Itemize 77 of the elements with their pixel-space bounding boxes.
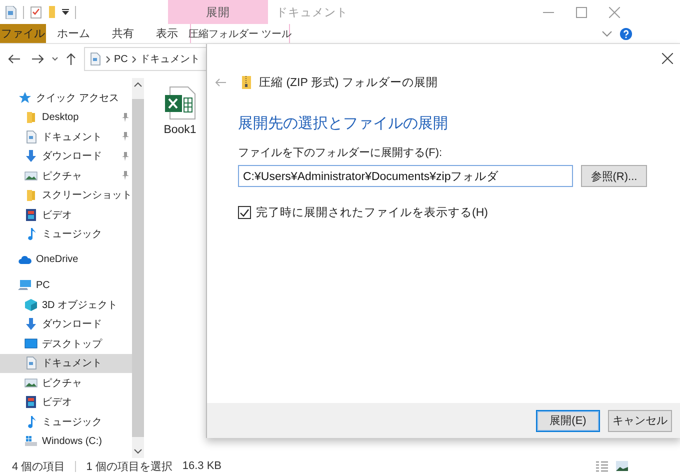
ribbon-tab[interactable]: ファイル [0, 24, 46, 43]
dialog-title: 圧縮 (ZIP 形式) フォルダーの展開 [259, 76, 438, 90]
thumbnail-view-icon[interactable] [616, 460, 628, 470]
drive-icon [24, 434, 38, 448]
maximize-icon[interactable] [576, 6, 587, 18]
monitor-icon [24, 336, 38, 351]
document-icon [24, 130, 38, 144]
computer-icon [18, 278, 32, 292]
ribbon-tab[interactable]: 共有 [101, 24, 145, 43]
nav-item[interactable]: ダウンロード [0, 314, 132, 334]
chevron-down-icon[interactable] [602, 30, 612, 36]
dropdown-icon[interactable] [62, 9, 69, 15]
destination-label: ファイルを下のフォルダーに展開する(F): [238, 146, 444, 160]
caret-down-icon[interactable] [52, 57, 58, 61]
help-icon[interactable] [620, 28, 632, 40]
breadcrumb[interactable]: PC [114, 54, 128, 64]
chevron-right-icon [106, 56, 110, 62]
star-icon [18, 90, 32, 105]
properties-icon[interactable] [5, 6, 17, 18]
nav-item[interactable]: スクリーンショット [0, 186, 132, 205]
nav-item[interactable]: ピクチャ [0, 166, 132, 186]
selection-info: 1 個の項目を選択 [86, 460, 172, 474]
ribbon-tab[interactable]: ホーム [46, 24, 101, 43]
context-tab-header: 展開 [168, 0, 268, 24]
scrollbar[interactable] [132, 78, 144, 458]
document-icon [24, 356, 38, 370]
nav-item[interactable]: Desktop [0, 108, 132, 127]
browse-button[interactable]: 参照(R)... [581, 165, 647, 187]
nav-item[interactable]: ビデオ [0, 205, 132, 224]
close-button[interactable] [662, 52, 673, 67]
details-view-icon[interactable] [596, 460, 608, 472]
nav-item[interactable]: ミュージック [0, 412, 132, 432]
film-icon [24, 208, 38, 222]
chevron-right-icon [132, 56, 136, 62]
nav-item[interactable]: ドキュメント [0, 354, 132, 373]
caret-down-icon[interactable] [134, 449, 142, 454]
nav-item[interactable]: 3D オブジェクト [0, 295, 132, 314]
nav-item[interactable]: PC [0, 276, 132, 295]
picture-icon [24, 376, 38, 390]
nav-item[interactable]: ビデオ [0, 392, 132, 412]
back-arrow-icon[interactable] [8, 54, 20, 64]
folder-icon [24, 110, 38, 124]
checkbox-label[interactable]: 完了時に展開されたファイルを表示する(H) [256, 205, 488, 220]
item-count: 4 個の項目 [12, 460, 66, 474]
dialog-button[interactable]: 展開(E) [536, 410, 600, 432]
close-icon[interactable] [609, 6, 620, 18]
nav-item[interactable]: ダウンロード [0, 146, 132, 166]
nav-item[interactable]: ピクチャ [0, 373, 132, 392]
download-arrow-icon [24, 149, 38, 164]
file-name[interactable]: Book1 [164, 124, 196, 136]
folder-icon [24, 188, 38, 202]
window-title: ドキュメント [276, 6, 348, 20]
nav-item[interactable]: デスクトップ [0, 334, 132, 354]
checklist-icon[interactable] [30, 6, 42, 18]
cube-icon [24, 298, 38, 312]
destination-field[interactable]: C:¥Users¥Administrator¥Documents¥zipフォルダ [238, 165, 573, 187]
caret-up-icon[interactable] [134, 82, 142, 87]
dialog-button[interactable]: キャンセル [608, 410, 672, 432]
selection-size: 16.3 KB [182, 460, 222, 472]
nav-item[interactable]: ミュージック [0, 224, 132, 244]
dialog-heading: 展開先の選択とファイルの展開 [238, 114, 449, 133]
nav-item[interactable]: OneDrive [0, 250, 132, 270]
ribbon-tab[interactable]: 圧縮フォルダー ツール [190, 24, 290, 43]
forward-arrow-icon[interactable] [32, 54, 44, 64]
breadcrumb[interactable]: ドキュメント [140, 52, 200, 66]
picture-icon [24, 168, 38, 183]
document-icon [88, 52, 102, 66]
zip-folder-icon [242, 76, 251, 89]
up-arrow-icon[interactable] [66, 53, 76, 65]
download-arrow-icon [24, 317, 38, 332]
nav-item[interactable]: ドキュメント [0, 127, 132, 146]
spreadsheet-file-icon[interactable] [164, 86, 196, 120]
checkbox[interactable] [238, 206, 251, 219]
film-icon [24, 395, 38, 410]
ribbon-tab[interactable]: 表示 [145, 24, 189, 43]
nav-item[interactable]: クイック アクセス [0, 88, 132, 108]
nav-item[interactable]: Windows (C:) [0, 432, 132, 451]
